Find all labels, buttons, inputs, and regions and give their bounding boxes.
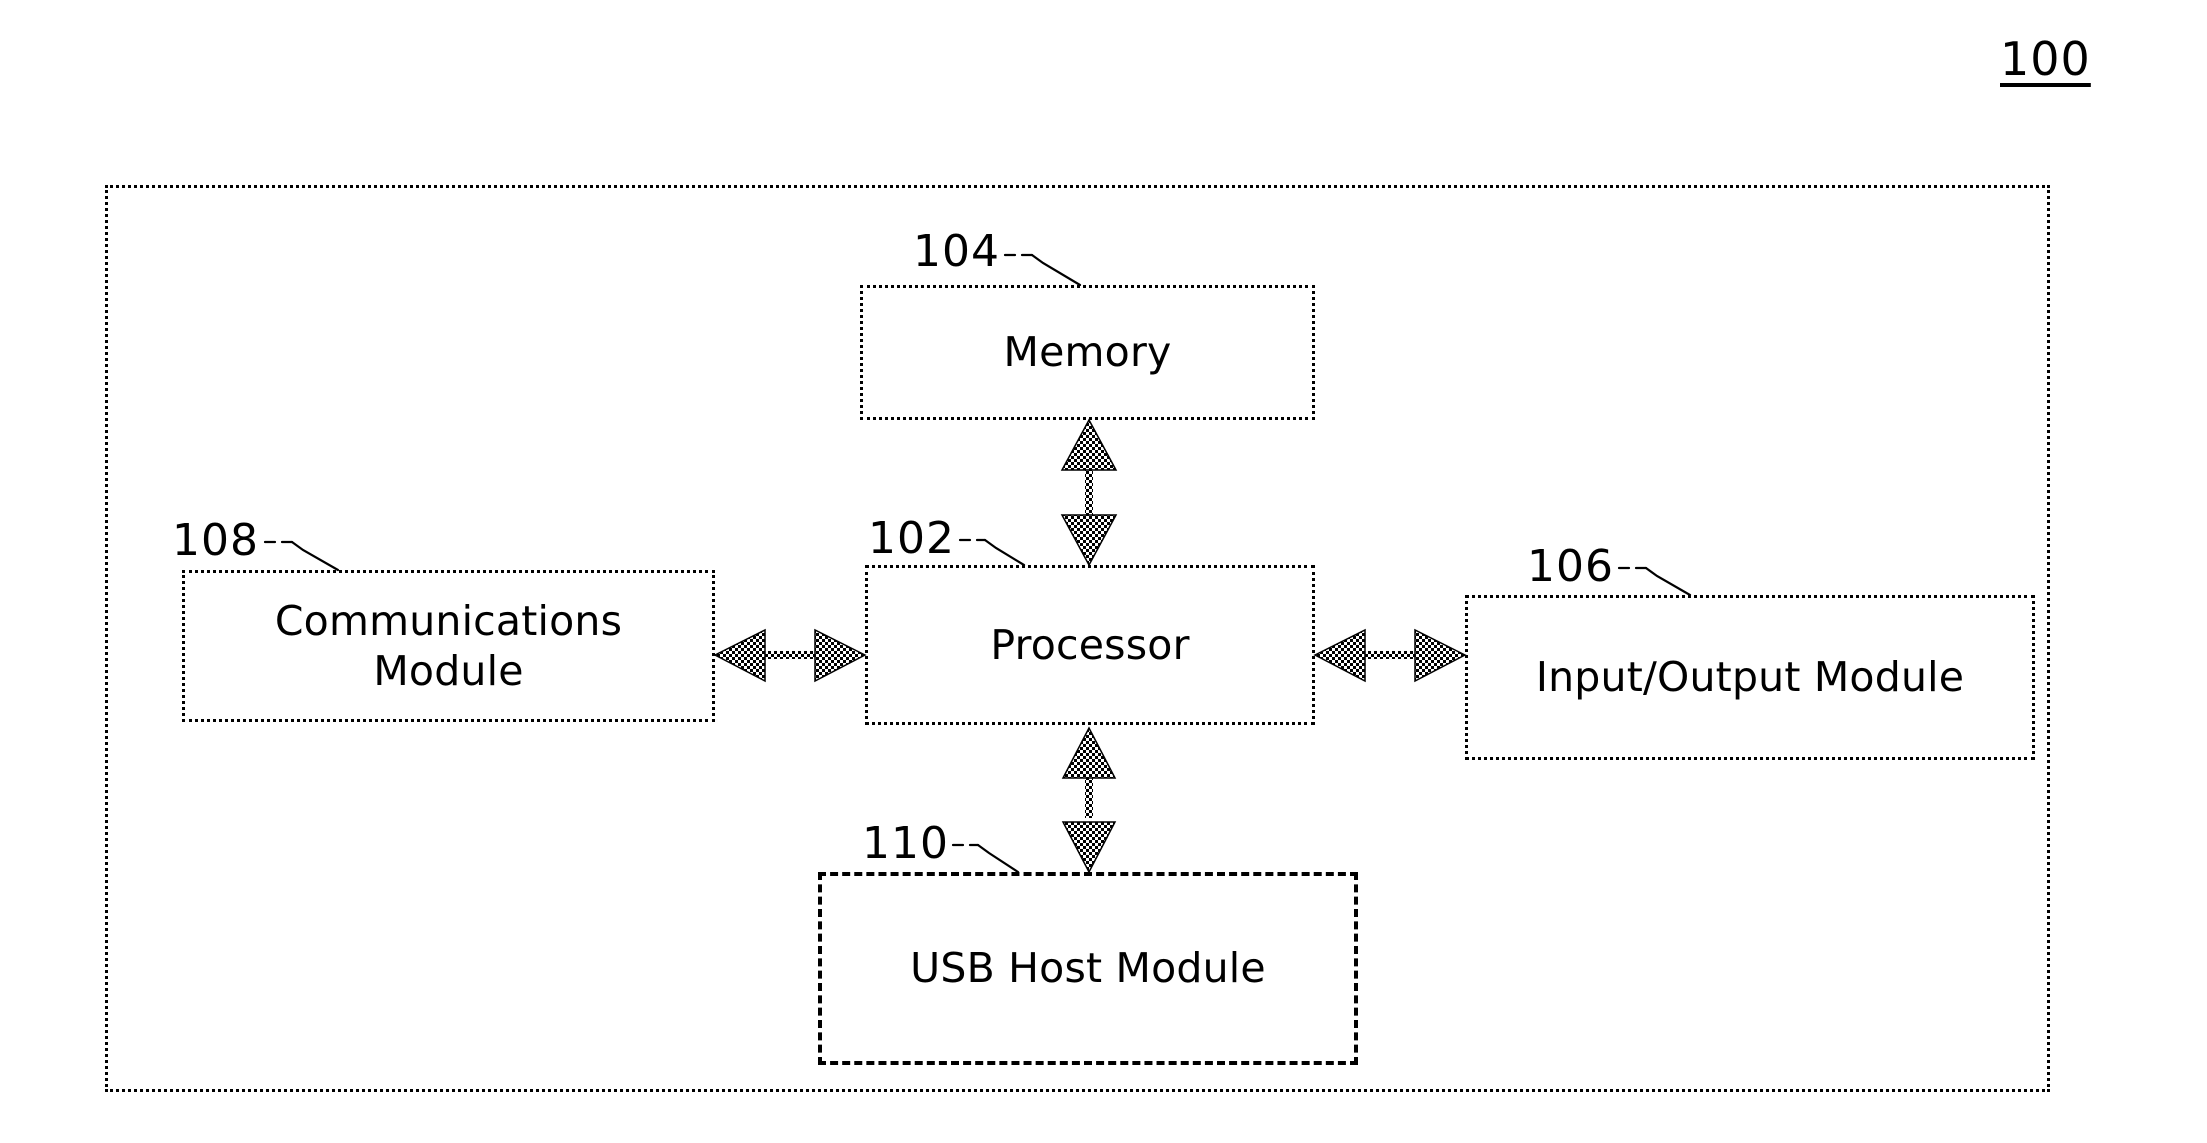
block-io-module[interactable]: Input/Output Module bbox=[1465, 595, 2035, 760]
ref-numeral-108: 108 bbox=[172, 515, 259, 566]
block-io-module-label: Input/Output Module bbox=[1535, 653, 1965, 702]
block-memory-label: Memory bbox=[1003, 328, 1172, 377]
block-processor[interactable]: Processor bbox=[865, 565, 1315, 725]
ref-numeral-110: 110 bbox=[862, 818, 949, 869]
block-communications-module[interactable]: Communications Module bbox=[182, 570, 715, 722]
block-usb-host-module-label: USB Host Module bbox=[910, 944, 1266, 993]
block-processor-label: Processor bbox=[990, 620, 1190, 669]
block-usb-host-module[interactable]: USB Host Module bbox=[818, 872, 1358, 1065]
ref-numeral-102: 102 bbox=[868, 513, 955, 564]
block-communications-module-label: Communications Module bbox=[274, 596, 623, 695]
block-memory[interactable]: Memory bbox=[860, 285, 1315, 420]
ref-numeral-104: 104 bbox=[913, 226, 1000, 277]
figure-root: 100 Memory Processor Communications Modu… bbox=[0, 0, 2207, 1143]
figure-number: 100 bbox=[2000, 32, 2091, 86]
ref-numeral-106: 106 bbox=[1527, 541, 1614, 592]
